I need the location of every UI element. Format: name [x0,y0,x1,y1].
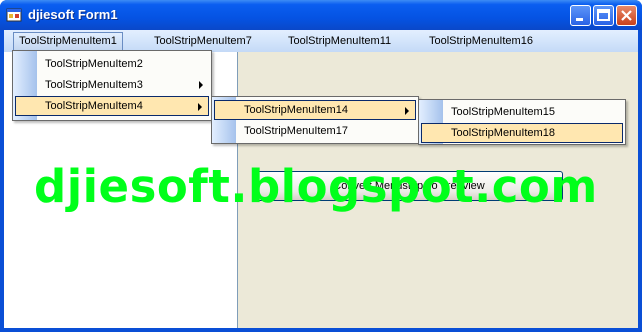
menubar-item-7[interactable]: ToolStripMenuItem7 [149,32,257,51]
submenu-arrow-icon [405,107,409,115]
menu-item-18[interactable]: ToolStripMenuItem18 [421,123,623,143]
menu-item-2[interactable]: ToolStripMenuItem2 [15,54,209,74]
dropdown-menu-item14: ToolStripMenuItem15 ToolStripMenuItem18 [418,99,626,145]
maximize-icon [597,9,610,21]
app-window: djiesoft Form1 ToolStripMenuItem1 ToolSt… [0,0,642,332]
menubar-item-11[interactable]: ToolStripMenuItem11 [283,32,396,51]
title-bar[interactable]: djiesoft Form1 [0,0,642,30]
menu-item-3-label: ToolStripMenuItem3 [45,79,143,91]
menu-item-17[interactable]: ToolStripMenuItem17 [214,121,416,141]
menubar-item-1[interactable]: ToolStripMenuItem1 [13,32,123,51]
maximize-button[interactable] [593,5,614,26]
submenu-arrow-icon [198,103,202,111]
menu-item-15[interactable]: ToolStripMenuItem15 [421,102,623,122]
close-button[interactable] [616,5,637,26]
minimize-button[interactable] [570,5,591,26]
menubar-item-16[interactable]: ToolStripMenuItem16 [424,32,538,51]
minimize-icon [576,18,583,21]
dropdown-menu-item1: ToolStripMenuItem2 ToolStripMenuItem3 To… [12,50,212,121]
dropdown-menu-item4: ToolStripMenuItem14 ToolStripMenuItem17 [211,96,419,144]
watermark-text: djiesoft.blogspot.com [34,160,598,213]
window-title: djiesoft Form1 [28,7,118,22]
menu-item-14-label: ToolStripMenuItem14 [244,104,348,116]
app-icon [6,7,22,23]
close-icon [621,10,632,21]
menu-item-4[interactable]: ToolStripMenuItem4 [15,96,209,116]
submenu-arrow-icon [199,81,203,89]
menu-item-14[interactable]: ToolStripMenuItem14 [214,100,416,120]
form-client-area: ToolStripMenuItem1 ToolStripMenuItem7 To… [4,30,638,328]
menu-item-3[interactable]: ToolStripMenuItem3 [15,75,209,95]
menu-strip: ToolStripMenuItem1 ToolStripMenuItem7 To… [4,30,638,52]
menu-item-4-label: ToolStripMenuItem4 [45,100,143,112]
